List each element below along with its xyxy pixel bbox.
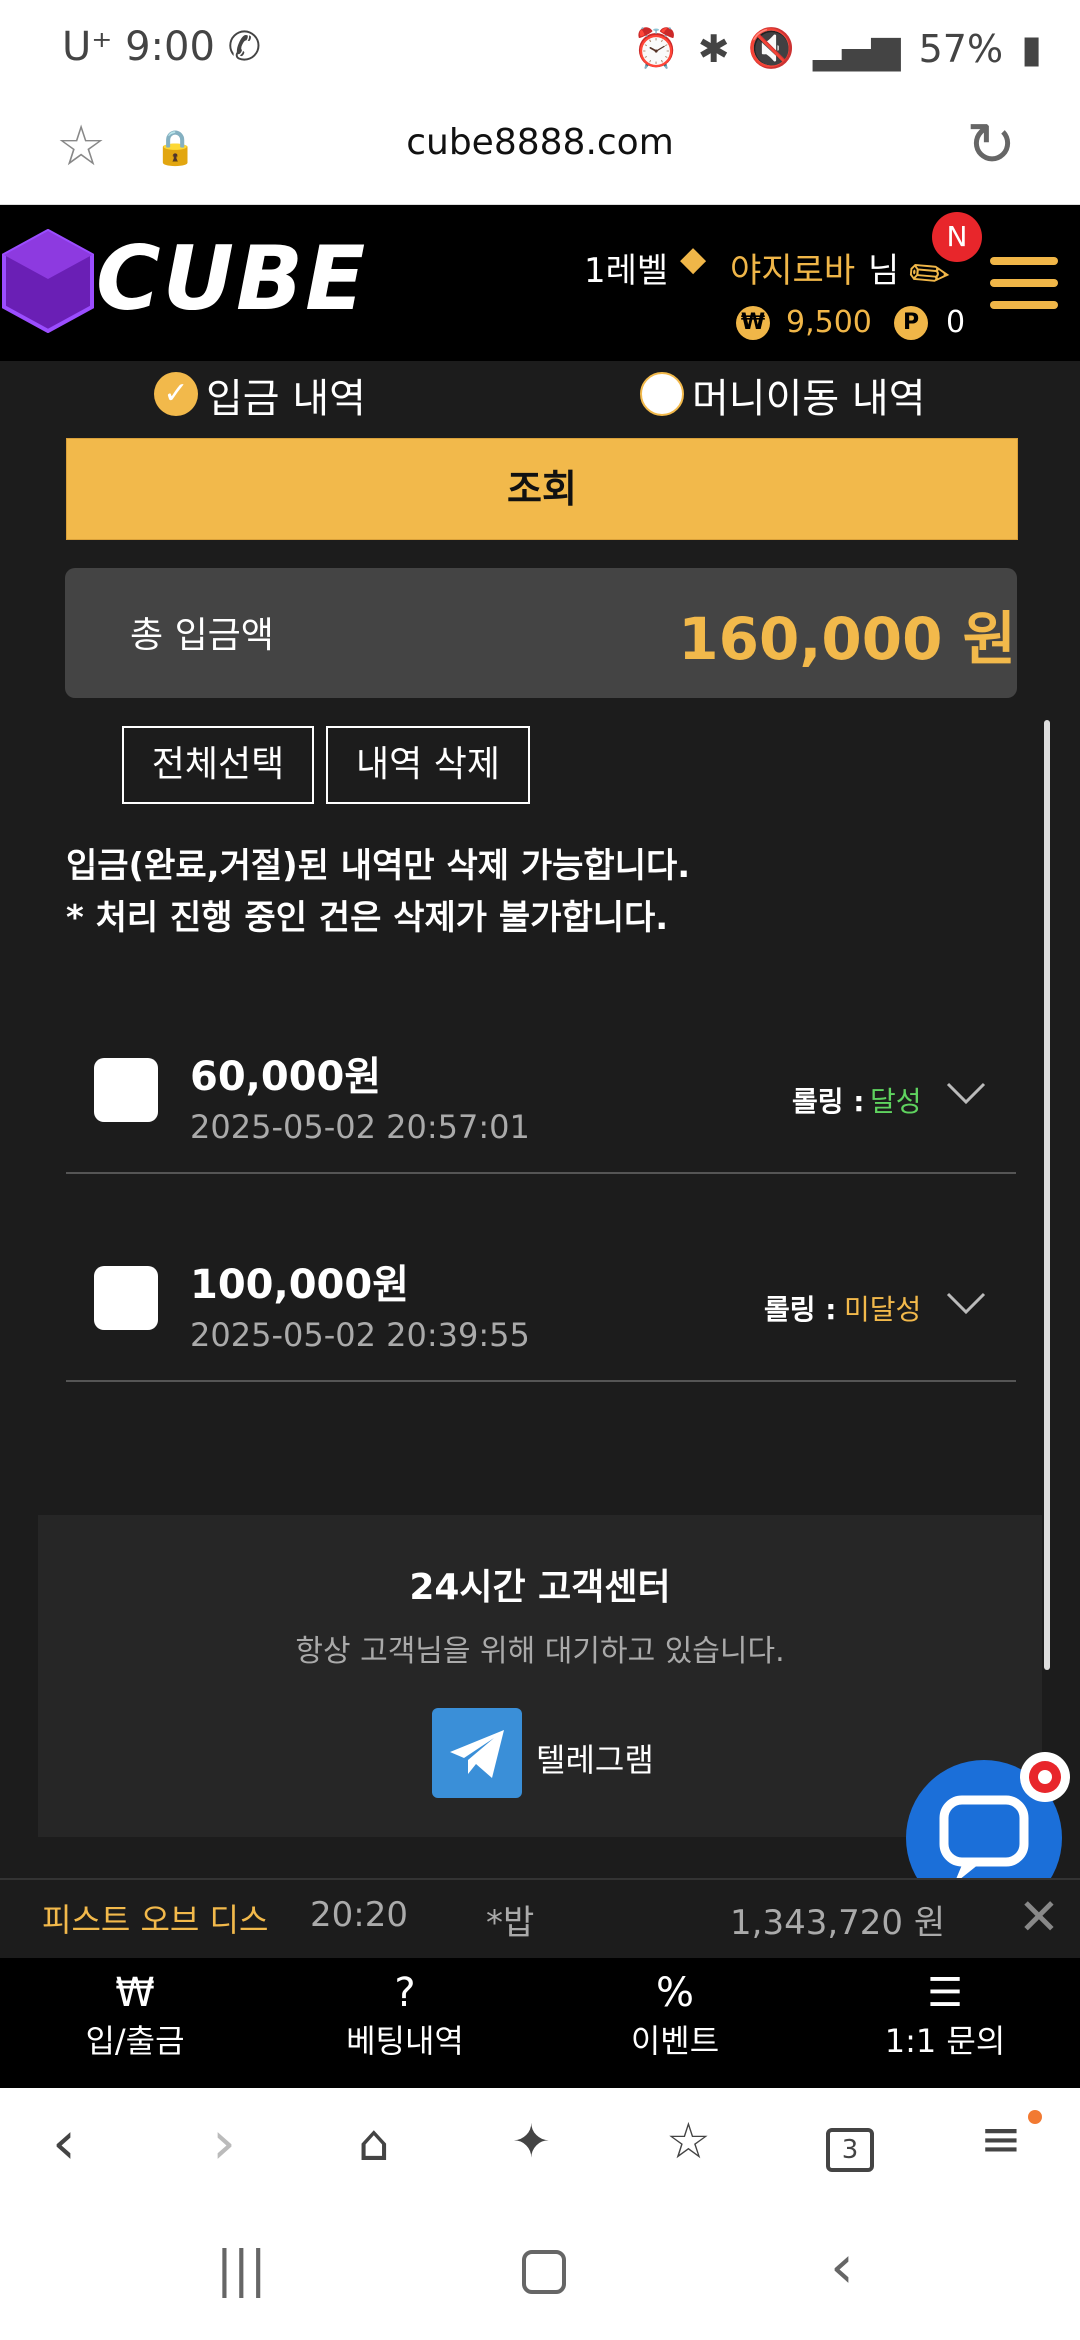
home-icon[interactable]: ⌂ — [358, 2114, 390, 2172]
deposit-withdraw-icon: ₩ — [115, 1970, 155, 2016]
deposit-radio-label[interactable]: 입금 내역 — [206, 366, 366, 424]
select-all-button[interactable]: 전체선택 — [122, 726, 314, 804]
betting-history-icon: ? — [394, 1970, 416, 2016]
rolling-status: 달성 — [870, 1085, 922, 1118]
chat-notification-dot — [1020, 1752, 1070, 1802]
user-nickname: 야지로바 — [730, 251, 856, 291]
notice-line-2: * 처리 진행 중인 건은 삭제가 불가합니다. — [66, 898, 669, 938]
transfer-radio-label[interactable]: 머니이동 내역 — [692, 366, 926, 424]
chevron-down-icon[interactable] — [944, 1290, 988, 1318]
money-icon: ₩ — [736, 306, 770, 340]
system-back-icon[interactable]: ‹ — [830, 2232, 854, 2302]
user-points: 0 — [946, 305, 966, 340]
url-text[interactable]: cube8888.com — [0, 122, 1080, 163]
transfer-radio[interactable] — [640, 372, 684, 416]
hamburger-menu-icon[interactable] — [990, 257, 1058, 323]
telegram-icon[interactable] — [432, 1708, 522, 1798]
notification-badge: N — [932, 212, 982, 262]
deposit-date: 2025-05-02 20:57:01 — [190, 1108, 530, 1146]
notice-line-1: 입금(완료,거절)된 내역만 삭제 가능합니다. — [66, 846, 691, 886]
clock: 9:00 — [125, 24, 215, 70]
nav-deposit-withdraw[interactable]: ₩ 입/출금 — [0, 1958, 270, 2088]
row-checkbox[interactable] — [94, 1266, 158, 1330]
total-deposit-value: 160,000 원 — [678, 605, 1016, 673]
row-checkbox[interactable] — [94, 1058, 158, 1122]
nav-event[interactable]: % 이벤트 — [540, 1958, 810, 2088]
bookmarks-star-icon[interactable]: ☆ — [666, 2112, 711, 2170]
ticker-time: 20:20 — [310, 1895, 408, 1935]
inquiry-chat-icon: ☰ — [927, 1970, 963, 2016]
chevron-down-icon[interactable] — [944, 1080, 988, 1108]
total-deposit-label: 총 입금액 — [130, 615, 274, 656]
site-logo[interactable]: CUBE — [96, 227, 367, 330]
battery-icon: ▮ — [1021, 26, 1042, 71]
forward-icon[interactable]: › — [212, 2108, 236, 2178]
browser-toolbar: ‹ › ⌂ ✦ ☆ 3 ≡ — [0, 2088, 1080, 2214]
status-icons: ⏰ ✱ 🔇 ▂▄▆ 57% ▮ — [632, 26, 1042, 71]
sparkle-icon[interactable]: ✦ — [512, 2114, 551, 2168]
delete-history-button[interactable]: 내역 삭제 — [326, 726, 530, 804]
ticker-amount: 1,343,720 원 — [730, 1903, 946, 1943]
customer-center-title: 24시간 고객센터 — [409, 1567, 671, 1608]
signal-icon: ▂▄▆ — [812, 26, 901, 71]
event-ticket-icon: % — [655, 1970, 694, 2016]
deposit-amount: 60,000원 — [190, 1054, 382, 1100]
cube-logo-icon[interactable] — [2, 229, 94, 333]
user-level: 1레벨 — [584, 251, 669, 291]
rolling-label: 롤링 : — [792, 1085, 865, 1118]
scrollbar[interactable] — [1044, 720, 1050, 1670]
honorific: 님 — [868, 251, 900, 291]
telegram-link[interactable]: 텔레그램 — [536, 1735, 654, 1781]
menu-update-dot — [1028, 2110, 1042, 2124]
row-divider — [66, 1172, 1016, 1174]
alarm-icon: ⏰ — [632, 26, 680, 70]
ticker-game: 피스트 오브 디스 — [42, 1901, 269, 1939]
site-header: CUBE 1레벨 ◆ 야지로바 님 ✎ ₩ 9,500 P 0 — [0, 205, 1080, 361]
row-divider — [66, 1380, 1016, 1382]
carrier-label: U⁺ — [62, 24, 113, 70]
deposit-radio[interactable]: ✓ — [154, 372, 198, 416]
nav-label: 베팅내역 — [346, 2022, 464, 2060]
status-bar: U⁺ 9:00 ✆ ⏰ ✱ 🔇 ▂▄▆ 57% ▮ — [0, 0, 1080, 100]
rolling-label: 롤링 : — [764, 1293, 837, 1326]
close-icon[interactable]: ✕ — [1018, 1888, 1060, 1946]
home-button-icon[interactable] — [522, 2250, 566, 2294]
menu-icon[interactable]: ≡ — [980, 2110, 1022, 2168]
battery-percent: 57% — [918, 26, 1004, 71]
deposit-amount: 100,000원 — [190, 1262, 409, 1308]
points-icon: P — [894, 306, 928, 340]
tabs-icon[interactable]: 3 — [826, 2128, 874, 2172]
ticker-user: *밥 — [486, 1903, 535, 1943]
nav-label: 1:1 문의 — [884, 2022, 1006, 2060]
search-button[interactable]: 조회 — [66, 438, 1018, 540]
nav-betting-history[interactable]: ? 베팅내역 — [270, 1958, 540, 2088]
recent-apps-icon[interactable]: ||| — [216, 2240, 267, 2298]
mute-icon: 🔇 — [747, 26, 795, 70]
rolling-status: 미달성 — [844, 1293, 922, 1326]
system-nav-bar: ||| ‹ — [0, 2214, 1080, 2340]
nav-label: 입/출금 — [85, 2022, 185, 2060]
browser-url-bar: ☆ 🔒 cube8888.com ↻ — [0, 100, 1080, 205]
level-diamond-icon: ◆ — [680, 239, 707, 279]
status-time: U⁺ 9:00 ✆ — [62, 24, 261, 70]
back-icon[interactable]: ‹ — [52, 2108, 76, 2178]
missed-call-icon: ✆ — [227, 24, 262, 70]
nav-label: 이벤트 — [630, 2022, 720, 2060]
nav-inquiry[interactable]: ☰ 1:1 문의 — [810, 1958, 1080, 2088]
user-money: 9,500 — [786, 305, 872, 340]
customer-center-subtitle: 항상 고객님을 위해 대기하고 있습니다. — [295, 1634, 785, 1669]
bluetooth-icon: ✱ — [697, 26, 730, 71]
deposit-date: 2025-05-02 20:39:55 — [190, 1316, 530, 1354]
reload-icon[interactable]: ↻ — [966, 110, 1016, 180]
